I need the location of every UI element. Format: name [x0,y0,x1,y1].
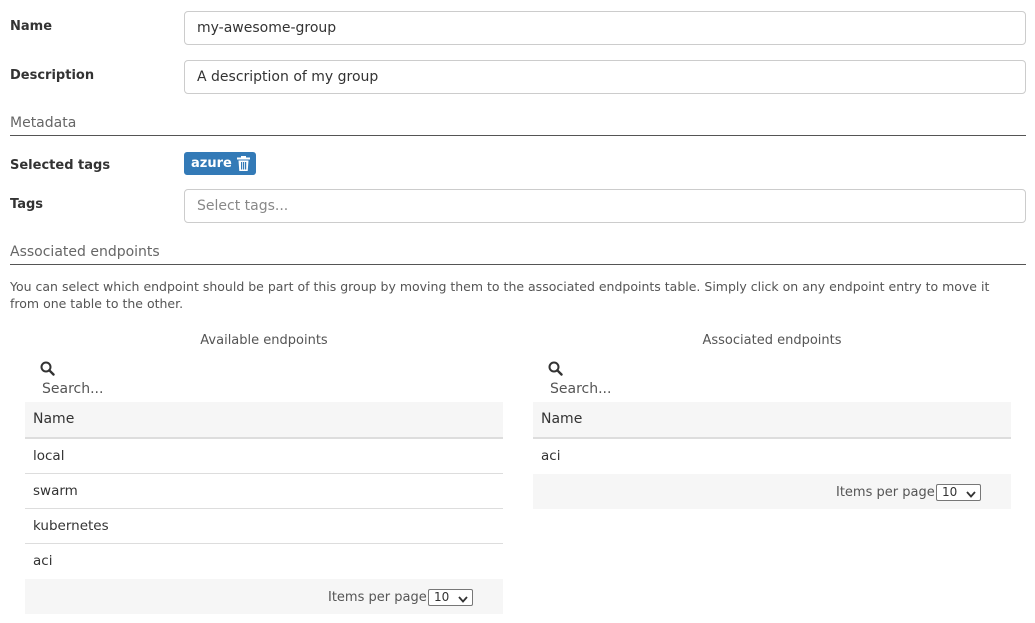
metadata-section-title: Metadata [10,115,1026,136]
associated-search-input[interactable] [550,381,750,397]
items-per-page-select[interactable]: 10 [936,484,981,501]
associated-endpoints-table: Name aci Items per page 10 [533,402,1011,509]
available-search-input[interactable] [42,381,242,397]
search-icon [548,361,563,376]
associated-column-header-name[interactable]: Name [533,402,1011,439]
table-row[interactable]: local [25,439,503,474]
description-input[interactable]: A description of my group [184,60,1026,94]
chevron-down-icon [966,488,976,498]
selected-tags-label: Selected tags [10,158,111,173]
associated-endpoints-panel: Associated endpoints Name aci Items per … [533,333,1011,513]
items-per-page-label: Items per page [836,485,935,500]
trash-icon[interactable] [236,156,250,171]
search-icon [40,361,55,376]
tags-label: Tags [10,197,44,212]
available-table-footer: Items per page 10 [25,579,503,614]
table-row[interactable]: aci [533,439,1011,474]
available-endpoints-table: Name local swarm kubernetes aci Items pe… [25,402,503,614]
items-per-page-label: Items per page [328,590,427,605]
available-column-header-name[interactable]: Name [25,402,503,439]
associated-table-footer: Items per page 10 [533,474,1011,509]
table-row[interactable]: swarm [25,474,503,509]
chevron-down-icon [458,593,468,603]
endpoints-section-title: Associated endpoints [10,244,1026,265]
available-endpoints-title: Available endpoints [200,333,328,348]
table-row[interactable]: aci [25,544,503,579]
name-input[interactable]: my-awesome-group [184,11,1026,45]
associated-endpoints-title: Associated endpoints [702,333,842,348]
table-row[interactable]: kubernetes [25,509,503,544]
name-label: Name [10,19,53,34]
endpoints-help-text: You can select which endpoint should be … [10,279,990,311]
items-per-page-select[interactable]: 10 [428,589,473,606]
description-label: Description [10,68,95,83]
items-per-page-value: 10 [942,485,958,499]
tag-badge-azure: azure [184,152,256,175]
available-endpoints-panel: Available endpoints Name local swarm kub… [25,333,503,618]
tags-select-input[interactable]: Select tags... [184,189,1026,223]
items-per-page-value: 10 [434,590,450,604]
tag-badge-label: azure [191,156,232,171]
